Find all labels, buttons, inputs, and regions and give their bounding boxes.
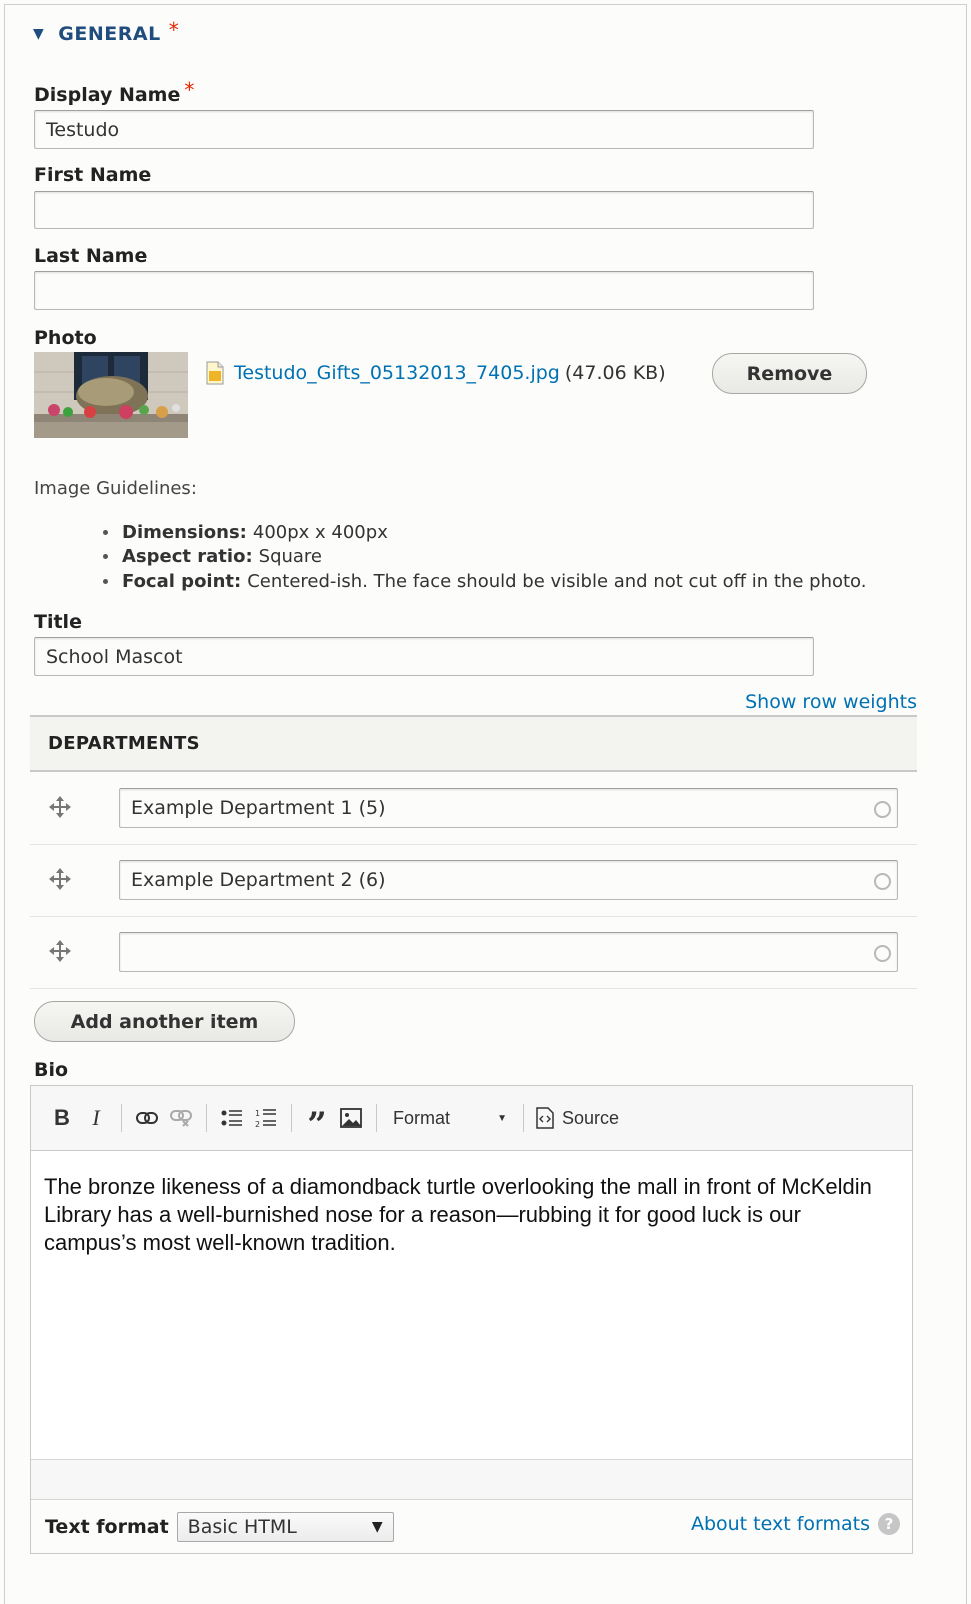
show-row-weights-link[interactable]: Show row weights [745,691,917,713]
department-input[interactable]: Example Department 2 (6) [119,860,898,900]
blockquote-icon: ” [307,1105,327,1145]
guideline-term: Focal point: [122,570,242,592]
add-another-item-button[interactable]: Add another item [34,1001,295,1042]
bulleted-list-button[interactable] [215,1102,249,1134]
svg-text:2: 2 [255,1120,260,1129]
source-button[interactable]: Source [532,1102,623,1134]
bio-label: Bio [34,1059,69,1081]
bullet [103,529,108,535]
last-name-label: Last Name [34,245,148,267]
image-guidelines-list: Dimensions: 400px x 400px Aspect ratio: Sq… [103,520,866,594]
image-button[interactable] [334,1102,368,1134]
autocomplete-throbber-icon [874,801,891,818]
link-button[interactable] [130,1102,164,1134]
guideline-text: 400px x 400px [252,521,388,543]
photo-file-size: (47.06 KB) [564,362,666,384]
bullet [103,578,108,584]
text-format-wrapper: Text format Basic HTML ▼ About text form… [31,1500,912,1553]
required-marker: * [184,78,195,102]
first-name-label: First Name [34,164,152,186]
department-value: Example Department 2 (6) [131,869,386,891]
text-format-select[interactable]: Basic HTML ▼ [176,1511,394,1542]
drag-handle-icon[interactable] [48,939,72,963]
department-row: Example Department 2 (6) [30,845,917,917]
link-icon [136,1112,158,1124]
toolbar-separator [291,1104,292,1132]
bold-button[interactable]: B [45,1102,79,1134]
autocomplete-throbber-icon [874,945,891,962]
bio-editor: B I 12 ” Format ▼ Source The bronze like… [30,1085,913,1554]
svg-text:1: 1 [255,1109,260,1118]
guideline-text: Centered-ish. The face should be visible… [247,570,867,592]
required-marker: * [168,18,180,42]
drag-handle-icon[interactable] [48,867,72,891]
expanded-triangle-icon: ▼ [33,26,45,42]
guideline-item: Focal point: Centered-ish. The face shoul… [103,569,866,594]
autocomplete-throbber-icon [874,873,891,890]
last-name-input[interactable] [34,271,814,310]
department-input[interactable] [119,932,898,972]
guideline-item: Aspect ratio: Square [103,545,866,570]
guideline-item: Dimensions: 400px x 400px [103,520,866,545]
title-label: Title [34,611,82,633]
toolbar-separator [206,1104,207,1132]
image-guidelines-heading: Image Guidelines: [34,478,197,499]
editor-toolbar: B I 12 ” Format ▼ Source [31,1086,912,1151]
numbered-list-icon: 12 [255,1109,276,1129]
help-icon[interactable]: ? [878,1513,900,1535]
guideline-term: Aspect ratio: [122,546,253,568]
photo-thumbnail [34,352,188,438]
toolbar-separator [121,1104,122,1132]
source-label: Source [562,1107,620,1128]
unlink-button[interactable] [164,1102,198,1134]
blockquote-button[interactable]: ” [300,1102,334,1142]
bio-content[interactable]: The bronze likeness of a diamondback tur… [44,1173,892,1257]
title-input[interactable]: School Mascot [34,637,814,676]
departments-table-header: DEPARTMENTS [30,715,917,772]
dropdown-arrow-icon: ▼ [371,1518,383,1535]
department-row: Example Department 1 (5) [30,773,917,845]
department-value: Example Department 1 (5) [131,797,386,819]
format-label: Format [393,1107,451,1128]
italic-button[interactable]: I [79,1102,113,1134]
remove-photo-button[interactable]: Remove [712,353,867,394]
first-name-input[interactable] [34,191,814,229]
display-name-input[interactable]: Testudo [34,110,814,149]
source-icon [536,1107,554,1129]
unlink-icon [170,1110,192,1127]
about-text-formats-link[interactable]: About text formats [691,1513,870,1535]
format-dropdown[interactable]: Format ▼ [385,1102,515,1134]
thumbnail-image [34,352,188,438]
chevron-down-icon: ▼ [497,1112,507,1124]
image-icon [340,1108,362,1128]
toolbar-separator [523,1104,524,1132]
department-input[interactable]: Example Department 1 (5) [119,788,898,828]
photo-file-link[interactable]: Testudo_Gifts_05132013_7405.jpg [234,362,560,384]
about-text-formats: About text formats ? [691,1513,900,1535]
image-file-icon [206,361,224,385]
bullet [103,554,108,560]
guideline-term: Dimensions: [122,521,247,543]
section-title: GENERAL [58,23,161,45]
general-section-toggle[interactable]: ▼ GENERAL * [33,18,179,46]
title-value: School Mascot [46,645,183,668]
department-row [30,917,917,989]
text-format-value: Basic HTML [187,1515,297,1538]
numbered-list-button[interactable]: 12 [249,1102,283,1134]
text-format-label: Text format [45,1515,169,1538]
display-name-label-text: Display Name [34,84,181,106]
guideline-text: Square [258,546,323,568]
drag-handle-icon[interactable] [48,795,72,819]
photo-file: Testudo_Gifts_05132013_7405.jpg (47.06 K… [205,361,666,385]
bulleted-list-icon [221,1110,242,1126]
display-name-value: Testudo [46,118,120,141]
display-name-label: Display Name * [34,78,194,106]
toolbar-separator [376,1104,377,1132]
editor-status-bar [31,1459,912,1500]
photo-label: Photo [34,327,97,349]
